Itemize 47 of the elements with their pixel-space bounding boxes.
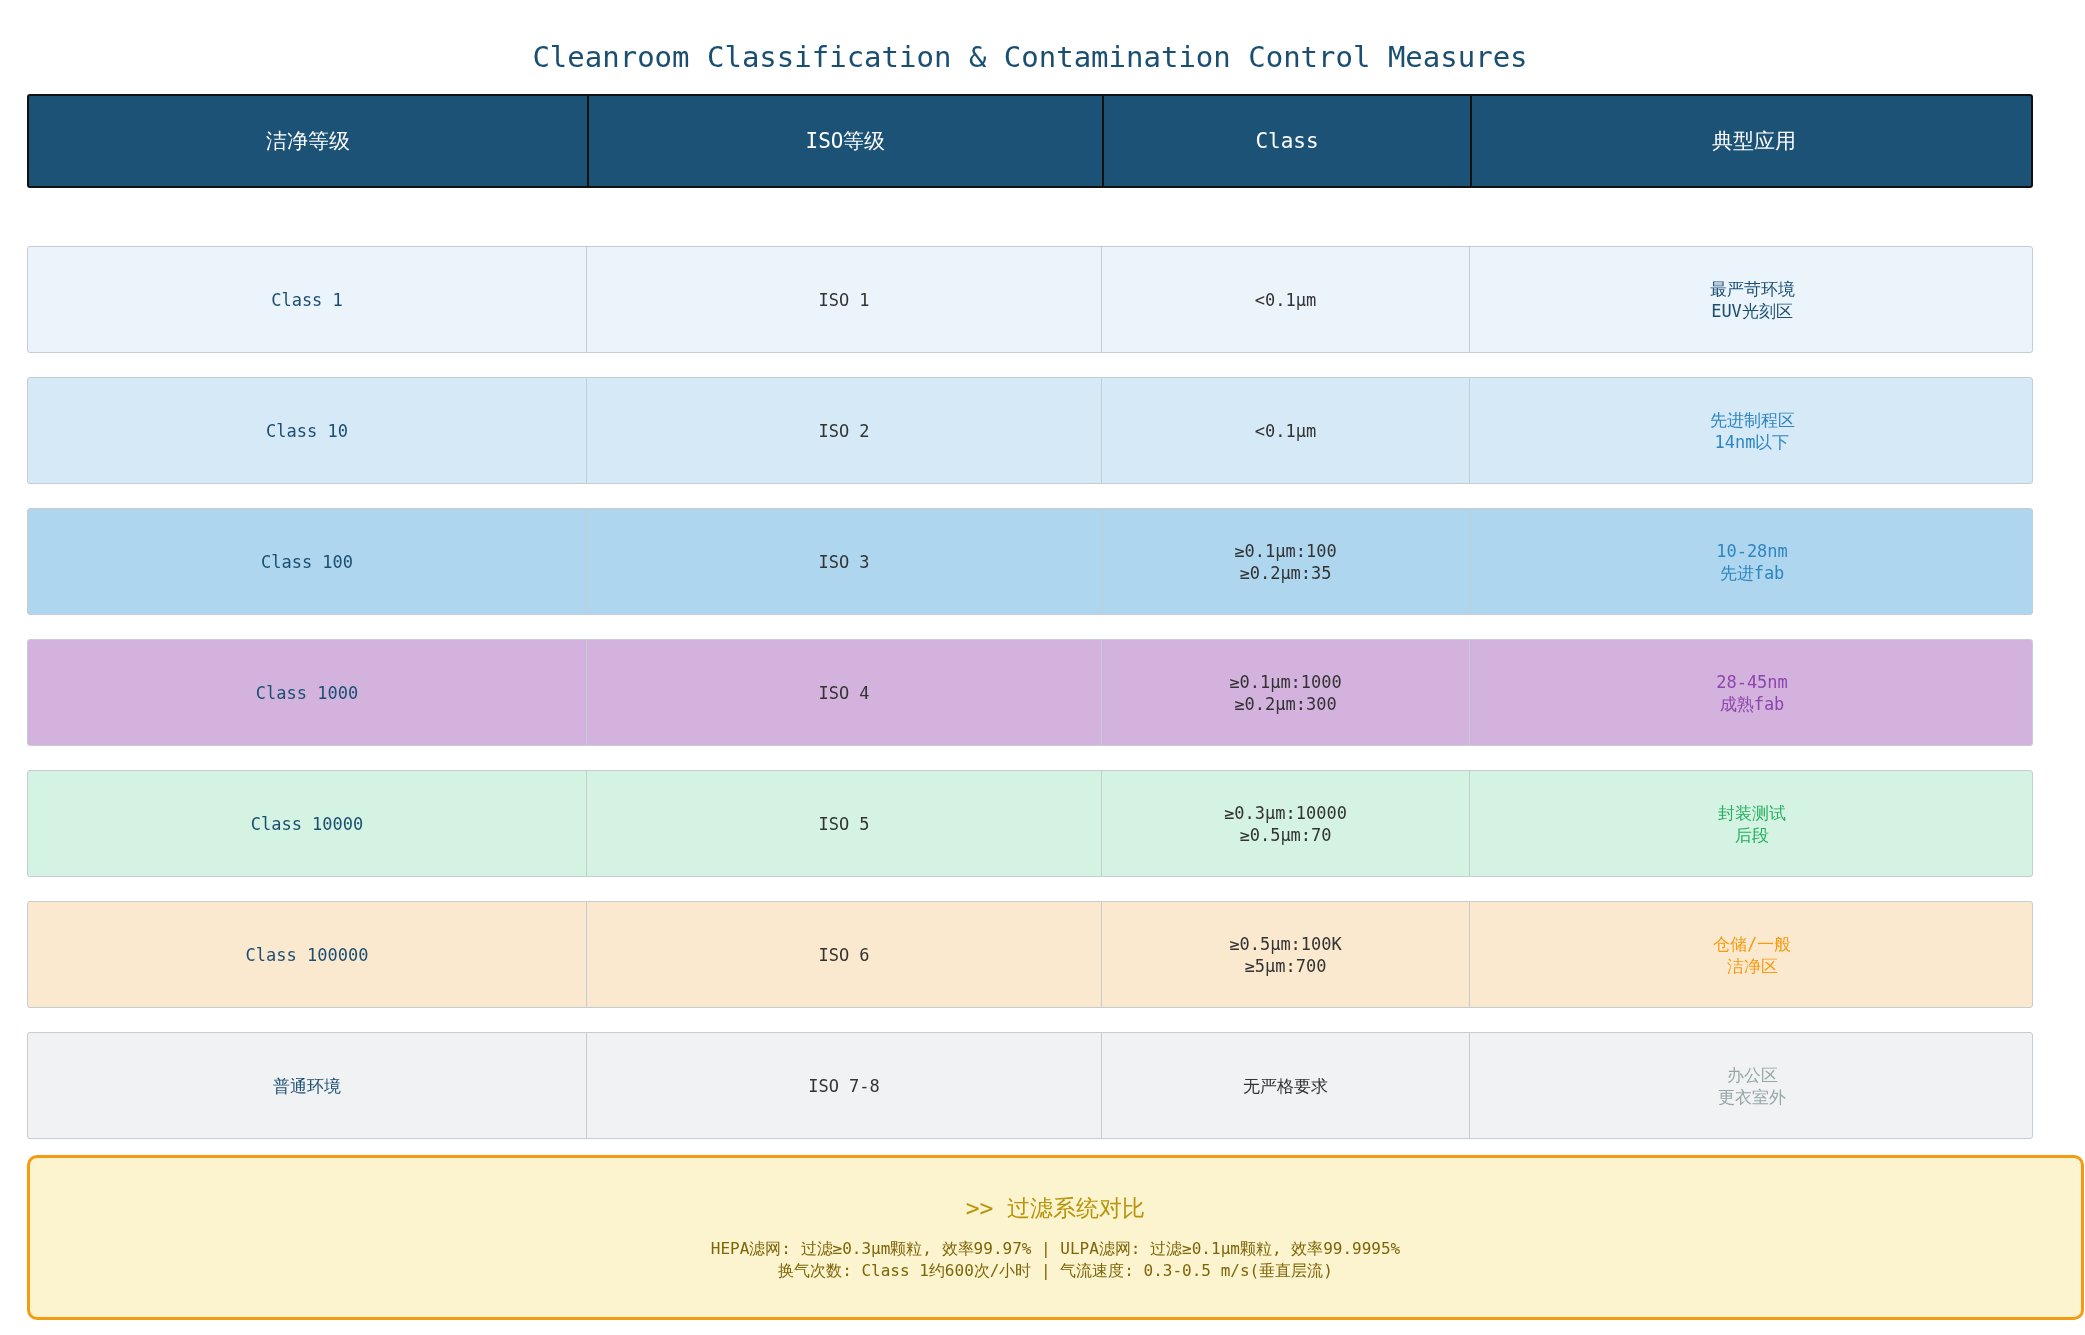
table-cell: ≥0.5μm:100K [1229,932,1342,955]
table-cell: ≥0.1μm:1000 [1229,670,1342,693]
table-cell: Class 1 [271,288,343,311]
table-cell: ISO 5 [818,812,870,835]
panel-text: 换气次数: Class 1约600次/小时 | 气流速度: 0.3-0.5 m/s(垂直层流) [778,1260,1333,1282]
table-cell: ISO 1 [818,288,870,311]
table-cell: <0.1μm [1254,419,1317,442]
column-header: 典型应用 [1470,96,2035,186]
table-cell: 最严苛环境 [1709,277,1795,300]
table-cell: 后段 [1735,823,1769,846]
table-cell: 办公区 [1726,1063,1778,1086]
panel-title: >> 过滤系统对比 [965,1194,1146,1223]
column-header: ISO等级 [587,96,1102,186]
table-cell: 先进fab [1719,561,1785,584]
table-cell: 仓储/一般 [1712,932,1792,955]
column-header: 洁净等级 [265,128,351,155]
panel-text: HEPA滤网: 过滤≥0.3μm颗粒, 效率99.97% | ULPA滤网: 过滤≥0.1μm颗粒, 效率99.9995% [710,1238,1401,1260]
table-cell: Class 10 [266,419,348,442]
table-cell: Class 10000 [250,812,364,835]
table-cell: ≥0.3μm:10000 [1224,801,1347,824]
table-cell: Class 1000 [255,681,359,704]
table-cell: ISO 2 [818,419,870,442]
table-cell: 普通环境 [273,1074,341,1097]
table-cell: Class 100 [260,550,354,573]
table-cell: 成熟fab [1719,692,1785,715]
table-cell: ≥0.1μm:100 [1234,539,1337,562]
table-cell: 10-28nm [1716,539,1788,562]
table-cell: 先进制程区 [1709,408,1795,431]
table-cell: 更衣室外 [1718,1085,1786,1108]
table-cell: ≥5μm:700 [1244,954,1327,977]
table-cell: <0.1μm [1254,288,1317,311]
table-cell: ISO 3 [818,550,870,573]
table-cell: 无严格要求 [1243,1074,1328,1097]
table-cell: ISO 7-8 [808,1074,880,1097]
column-header: Class [1102,96,1470,186]
table-cell: EUV光刻区 [1711,299,1793,322]
table-cell: 洁净区 [1726,954,1778,977]
table-cell: 封装测试 [1718,801,1786,824]
table-cell: Class 100000 [245,943,369,966]
table-cell: ≥0.5μm:70 [1239,823,1332,846]
table-cell: 28-45nm [1716,670,1788,693]
table-cell: 14nm以下 [1714,430,1790,453]
table-cell: ≥0.2μm:35 [1239,561,1332,584]
table-cell: ISO 6 [818,943,870,966]
chart-title: Cleanroom Classification & Contamination Control Measures [531,40,1529,74]
table-cell: ISO 4 [818,681,870,704]
table-cell: ≥0.2μm:300 [1234,692,1337,715]
